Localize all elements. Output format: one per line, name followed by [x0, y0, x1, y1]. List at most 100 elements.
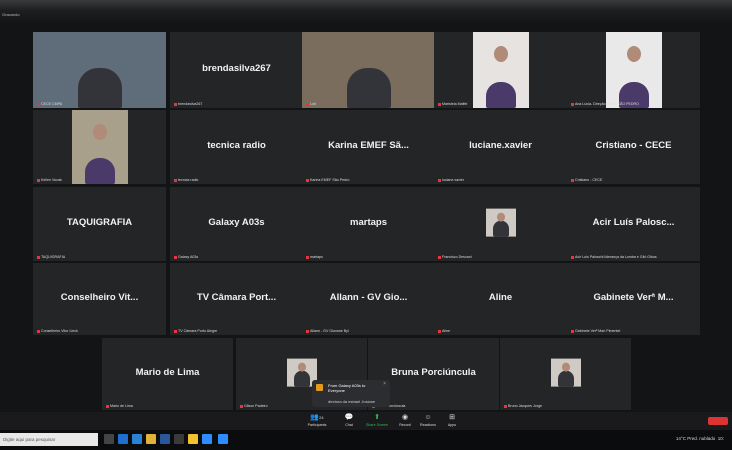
participants-button[interactable]: 👥24 Participants — [304, 413, 330, 427]
participant-name: Gilson Padeiro — [244, 404, 268, 408]
participant-name: Acir Luis Paloschi liderança da Lomba e … — [575, 255, 657, 259]
participant-name-label: Ana Lúcia- Direção EMEF SÃO PEDRO — [571, 102, 639, 106]
participant-name-label: tecnica radio — [174, 178, 198, 182]
participant-tile[interactable]: Kellen Vocak — [33, 110, 166, 184]
participant-tile[interactable]: TV Câmara Port... TV Câmara Porto Alegre — [170, 263, 303, 335]
participant-name: CECE CMPA — [41, 102, 63, 106]
zoom-meeting-icon[interactable] — [218, 434, 228, 444]
muted-mic-icon — [37, 178, 40, 182]
participant-name-label: TV Câmara Porto Alegre — [174, 329, 217, 333]
muted-mic-icon — [438, 255, 441, 259]
participant-tile[interactable]: TAQUIGRAFIA TAQUIGRAFIA — [33, 187, 166, 261]
chat-app-icon — [316, 384, 323, 391]
participant-name: Bruno Jacques Jorge — [508, 404, 542, 408]
participant-display-name: TAQUIGRAFIA — [66, 217, 133, 229]
participant-name: Gabinete Verª Mari Pimentel — [575, 329, 621, 333]
participant-tile[interactable]: brendasilva267 brendasilva267 — [170, 32, 303, 108]
file-explorer-icon[interactable] — [146, 434, 156, 444]
participant-tile[interactable]: CECE CMPA — [33, 32, 166, 108]
participant-video — [605, 32, 662, 108]
participant-display-name: Karina EMEF Sã... — [328, 140, 409, 152]
participant-tile[interactable]: Gabinete Verª M... Gabinete Verª Mari Pim… — [567, 263, 700, 335]
participant-display-name: Bruna Porciúncula — [391, 367, 476, 379]
participant-tile[interactable]: tecnica radio tecnica radio — [170, 110, 303, 184]
participant-tile[interactable]: Mario de Lima Mario de Lima — [102, 338, 233, 410]
participant-display-name: Aline — [488, 292, 513, 304]
close-icon[interactable]: × — [383, 381, 386, 387]
participant-tile[interactable]: Lori — [302, 32, 435, 108]
participant-name-label: luciane.xavier — [438, 178, 464, 182]
participant-display-name: Cristiano - CECE — [595, 140, 672, 152]
muted-mic-icon — [306, 255, 309, 259]
participant-tile[interactable]: Galaxy A03s Galaxy A03s — [170, 187, 303, 261]
person-head — [297, 362, 306, 372]
participant-name-label: Maristela Maffei — [438, 102, 467, 106]
muted-mic-icon — [306, 329, 309, 333]
participant-tile[interactable]: Allann - GV Gio... Allann - GV Giovane By… — [302, 263, 435, 335]
participant-name-label: Cristiano - CECE — [571, 178, 602, 182]
record-button[interactable]: ◉ Record — [396, 413, 414, 427]
participant-name: Mario de Lima — [110, 404, 133, 408]
participant-tile[interactable]: Conselheiro Vit... Conselheiro Vitor Liec… — [33, 263, 166, 335]
participant-video — [472, 32, 529, 108]
participant-tile[interactable]: Francisco Desvani — [434, 187, 567, 261]
share-screen-button[interactable]: ⬆ Share Screen — [364, 413, 390, 427]
participant-name-label: Allann - GV Giovane Byl — [306, 329, 349, 333]
muted-mic-icon — [174, 102, 177, 106]
participant-name: Lori — [310, 102, 316, 106]
chat-notification[interactable]: From Galaxy A03s to Everyone × diretora … — [312, 380, 390, 407]
participant-tile[interactable]: Bruno Jacques Jorge — [500, 338, 631, 410]
muted-mic-icon — [438, 102, 441, 106]
participant-tile[interactable]: luciane.xavier luciane.xavier — [434, 110, 567, 184]
participant-display-name: Gabinete Verª M... — [593, 292, 674, 304]
clock: 10: — [717, 436, 724, 441]
participant-tile[interactable]: Cristiano - CECE Cristiano - CECE — [567, 110, 700, 184]
participant-name: Karina EMEF São Pedro — [310, 178, 350, 182]
muted-mic-icon — [306, 178, 309, 182]
muted-mic-icon — [438, 178, 441, 182]
participant-name: Aline — [442, 329, 450, 333]
chrome-icon[interactable] — [188, 434, 198, 444]
participant-display-name: brendasilva267 — [202, 63, 271, 75]
store-icon[interactable] — [132, 434, 142, 444]
muted-mic-icon — [37, 255, 40, 259]
muted-mic-icon — [37, 329, 40, 333]
person-figure — [77, 68, 122, 108]
participant-name: brendasilva267 — [178, 102, 203, 106]
reactions-button[interactable]: ☺ Reactions — [418, 413, 438, 427]
muted-mic-icon — [37, 102, 40, 106]
muted-mic-icon — [571, 102, 574, 106]
zoom-icon[interactable] — [202, 434, 212, 444]
edge-browser-icon[interactable] — [118, 434, 128, 444]
end-meeting-button[interactable] — [708, 417, 728, 425]
chat-button[interactable]: 💬 Chat — [340, 413, 358, 427]
participant-name-label: Kellen Vocak — [37, 178, 62, 182]
apps-icon: ⊞ — [449, 414, 455, 421]
participant-tile[interactable]: Acir Luís Palosc... Acir Luis Paloschi li… — [567, 187, 700, 261]
participant-video — [302, 32, 435, 108]
task-view-icon[interactable] — [104, 434, 114, 444]
person-head — [92, 124, 107, 140]
smiley-icon: ☺ — [424, 414, 432, 421]
participant-name-label: Lori — [306, 102, 316, 106]
chat-notification-title: From Galaxy A03s to Everyone — [328, 383, 366, 393]
participant-name-label: Karina EMEF São Pedro — [306, 178, 349, 182]
participant-tile[interactable]: Karina EMEF Sã... Karina EMEF São Pedro — [302, 110, 435, 184]
word-icon[interactable] — [160, 434, 170, 444]
participant-tile[interactable]: martaps martaps — [302, 187, 435, 261]
participant-name: martaps — [310, 255, 323, 259]
windows-taskbar: Digite aqui para pesquisar 14°C Pred. nu… — [0, 430, 732, 450]
participant-name-label: Gilson Padeiro — [240, 404, 268, 408]
apps-button[interactable]: ⊞ Apps — [444, 413, 460, 427]
participant-tile[interactable]: Aline Aline — [434, 263, 567, 335]
person-figure — [492, 220, 509, 237]
participant-name: TAQUIGRAFIA — [41, 255, 66, 259]
app-icon[interactable] — [174, 434, 184, 444]
participant-display-name: martaps — [350, 217, 387, 229]
participant-tile[interactable]: Maristela Maffei — [434, 32, 567, 108]
participant-name-label: martaps — [306, 255, 323, 259]
person-figure — [293, 370, 310, 387]
taskbar-search-input[interactable]: Digite aqui para pesquisar — [0, 433, 98, 446]
participant-tile[interactable]: Ana Lúcia- Direção EMEF SÃO PEDRO — [567, 32, 700, 108]
participant-name-label: Mario de Lima — [106, 404, 133, 408]
